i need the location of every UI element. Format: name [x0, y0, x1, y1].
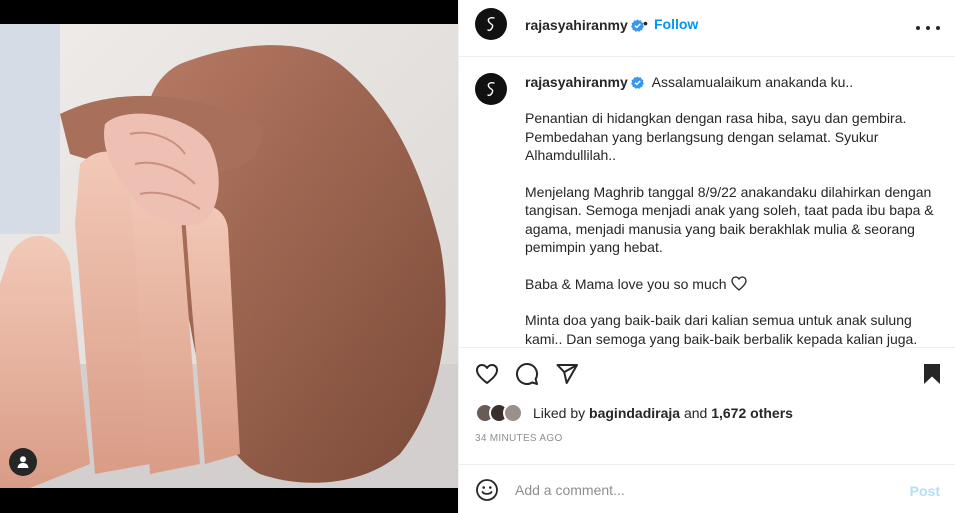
follow-button[interactable]: Follow	[654, 16, 698, 32]
comment-form: Post	[459, 464, 955, 513]
first-liker-link[interactable]: bagindadiraja	[589, 405, 680, 421]
bookmark-icon[interactable]	[920, 362, 944, 386]
likes-connector: and	[683, 405, 708, 421]
post-timestamp[interactable]: 34 minutes ago	[475, 433, 563, 444]
caption-paragraph-text: Baba & Mama love you so much	[525, 275, 727, 292]
likes-summary: Liked by bagindadiraja and 1,672 others	[475, 402, 793, 424]
caption-first-line: Assalamualaikum anakanda ku..	[651, 74, 854, 90]
user-tag-icon[interactable]	[9, 448, 37, 476]
verified-badge-icon	[630, 19, 644, 32]
caption-avatar[interactable]	[475, 73, 507, 105]
emoji-icon[interactable]	[475, 478, 499, 502]
likes-prefix: Liked by	[533, 405, 586, 421]
caption-username-text: rajasyahiranmy	[525, 74, 628, 90]
verified-badge-icon	[630, 76, 644, 89]
post-photo[interactable]	[0, 24, 458, 488]
username-text: rajasyahiranmy	[525, 17, 628, 33]
caption-header: rajasyahiranmy Assalamualaikum anakanda …	[525, 74, 945, 90]
avatar[interactable]	[475, 8, 507, 40]
comment-icon[interactable]	[515, 362, 539, 386]
post-details-panel: rajasyahiranmy • Follow rajasyahiranmy A…	[458, 0, 955, 513]
liker-avatars	[475, 403, 529, 423]
heart-icon[interactable]	[475, 362, 499, 386]
action-bar	[459, 347, 955, 399]
username-link[interactable]: rajasyahiranmy	[525, 17, 644, 33]
caption-paragraph: Minta doa yang baik-baik dari kalian sem…	[525, 312, 918, 347]
more-icon[interactable]	[916, 18, 940, 38]
post-header: rajasyahiranmy • Follow	[459, 0, 955, 57]
caption-paragraph-love: Baba & Mama love you so much	[525, 275, 937, 294]
post-comment-button[interactable]: Post	[910, 483, 940, 499]
caption-paragraph: Penantian di hidangkan dengan rasa hiba,…	[525, 110, 907, 163]
separator-dot: •	[643, 15, 648, 31]
caption-paragraph: Menjelang Maghrib tanggal 8/9/22 anakand…	[525, 183, 934, 256]
comment-input[interactable]	[515, 477, 895, 503]
likes-text: Liked by bagindadiraja and 1,672 others	[533, 405, 793, 421]
caption-body: Penantian di hidangkan dengan rasa hiba,…	[525, 109, 937, 347]
others-likes-link[interactable]: 1,672 others	[711, 405, 793, 421]
caption: rajasyahiranmy Assalamualaikum anakanda …	[459, 57, 955, 347]
caption-username[interactable]: rajasyahiranmy	[525, 74, 644, 90]
avatar[interactable]	[503, 403, 523, 423]
heart-emoji-icon	[730, 275, 747, 291]
share-icon[interactable]	[555, 362, 579, 386]
post-media[interactable]	[0, 0, 458, 513]
